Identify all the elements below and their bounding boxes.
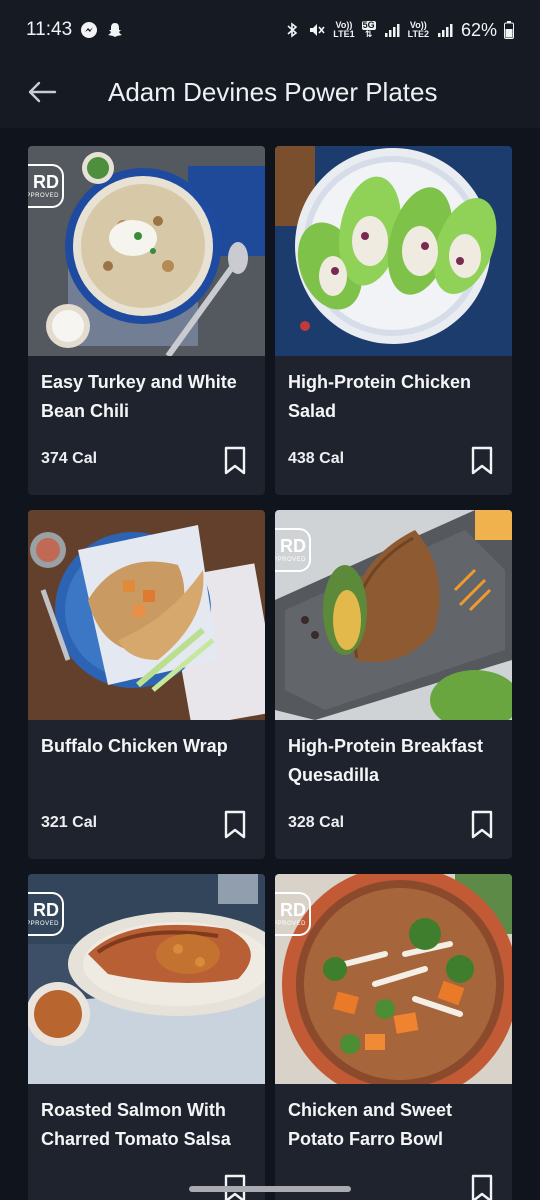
rd-approved-badge: RD APPROVED xyxy=(275,528,311,572)
battery-icon xyxy=(504,21,514,39)
messenger-notification-icon xyxy=(81,22,98,38)
recipe-calories: 438 Cal xyxy=(288,450,345,467)
bluetooth-icon xyxy=(287,22,298,38)
bookmark-icon[interactable] xyxy=(223,446,247,476)
arrow-left-icon xyxy=(28,81,57,103)
rd-approved-badge: RD APPROVED xyxy=(275,892,311,936)
recipe-title: High-Protein Breakfast Quesadilla xyxy=(288,736,484,785)
status-right: Vo)) LTE1 5G ⇅ Vo)) LTE2 62% xyxy=(283,20,514,41)
snapchat-notification-icon xyxy=(108,23,123,37)
volte2-indicator: Vo)) LTE2 xyxy=(407,20,429,39)
status-left: 11:43 xyxy=(26,19,124,41)
recipe-image-chicken-salad xyxy=(275,146,512,356)
status-time: 11:43 xyxy=(26,19,73,40)
recipe-title: High-Protein Chicken Salad xyxy=(288,372,472,421)
recipe-card-buffalo-wrap[interactable]: Buffalo Chicken Wrap 321 Cal xyxy=(28,510,265,859)
signal-strength-1-icon xyxy=(384,24,400,37)
bookmark-icon[interactable] xyxy=(470,810,494,840)
rd-approved-badge: RD APPROVED xyxy=(28,164,64,208)
signal-strength-2-icon xyxy=(437,24,453,37)
mute-icon xyxy=(310,24,325,36)
recipe-card-farro-bowl[interactable]: RD APPROVED Chicken and Sweet Potato Far… xyxy=(275,874,512,1200)
recipe-calories: 374 Cal xyxy=(41,450,98,467)
recipe-grid: RD APPROVED Easy Turkey and White Bean C… xyxy=(28,146,512,1200)
recipe-title: Easy Turkey and White Bean Chili xyxy=(41,372,237,421)
volte1-indicator: Vo)) LTE1 xyxy=(333,20,355,39)
status-bar: 11:43 Vo)) LTE1 5G ⇅ Vo)) LTE2 62% xyxy=(0,0,540,60)
recipe-card-roasted-salmon[interactable]: RD APPROVED Roasted Salmon With Charred … xyxy=(28,874,265,1200)
rd-approved-badge: RD APPROVED xyxy=(28,892,64,936)
bookmark-icon[interactable] xyxy=(470,446,494,476)
5g-indicator: 5G ⇅ xyxy=(361,20,376,39)
bookmark-icon[interactable] xyxy=(223,810,247,840)
recipe-title: Chicken and Sweet Potato Farro Bowl xyxy=(288,1100,453,1149)
recipe-title: Roasted Salmon With Charred Tomato Salsa xyxy=(41,1100,231,1149)
recipe-card-turkey-chili[interactable]: RD APPROVED Easy Turkey and White Bean C… xyxy=(28,146,265,495)
page-title: Adam Devines Power Plates xyxy=(108,77,438,107)
app-bar: Adam Devines Power Plates xyxy=(0,60,540,128)
bookmark-icon[interactable] xyxy=(470,1174,494,1200)
recipe-card-chicken-salad[interactable]: High-Protein Chicken Salad 438 Cal xyxy=(275,146,512,495)
recipe-card-breakfast-quesadilla[interactable]: RD APPROVED High-Protein Breakfast Quesa… xyxy=(275,510,512,859)
recipe-title: Buffalo Chicken Wrap xyxy=(41,736,228,756)
home-indicator[interactable] xyxy=(189,1186,351,1192)
recipe-image-buffalo-wrap xyxy=(28,510,265,720)
battery-percent: 62% xyxy=(460,19,497,40)
recipe-calories: 328 Cal xyxy=(288,814,345,831)
recipe-calories: 321 Cal xyxy=(41,814,98,831)
back-button[interactable] xyxy=(22,72,62,112)
